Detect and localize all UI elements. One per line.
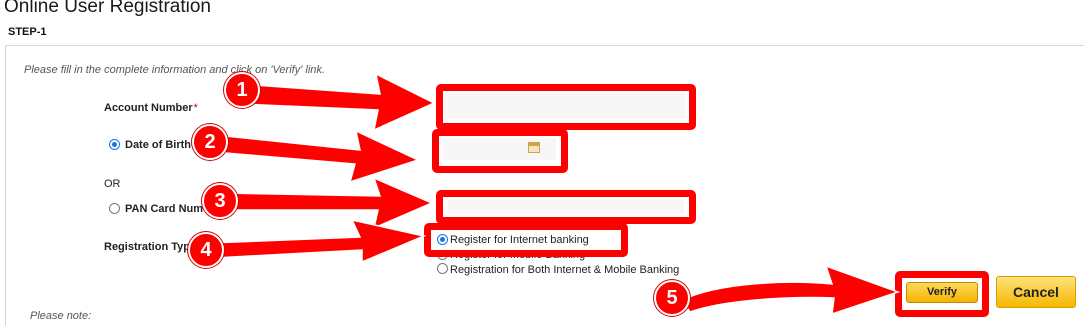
step-badge-4: 4 (188, 232, 224, 268)
step-badge-1: 1 (224, 72, 260, 108)
step-badge-5: 5 (654, 280, 690, 316)
arrow-1 (237, 72, 436, 132)
arrow-3 (221, 176, 434, 230)
arrow-5 (680, 264, 901, 316)
arrow-4 (209, 218, 427, 264)
arrow-2 (213, 129, 421, 184)
step-badge-3: 3 (202, 183, 238, 219)
step-badge-2: 2 (192, 124, 228, 160)
annotation-arrows (209, 72, 901, 316)
